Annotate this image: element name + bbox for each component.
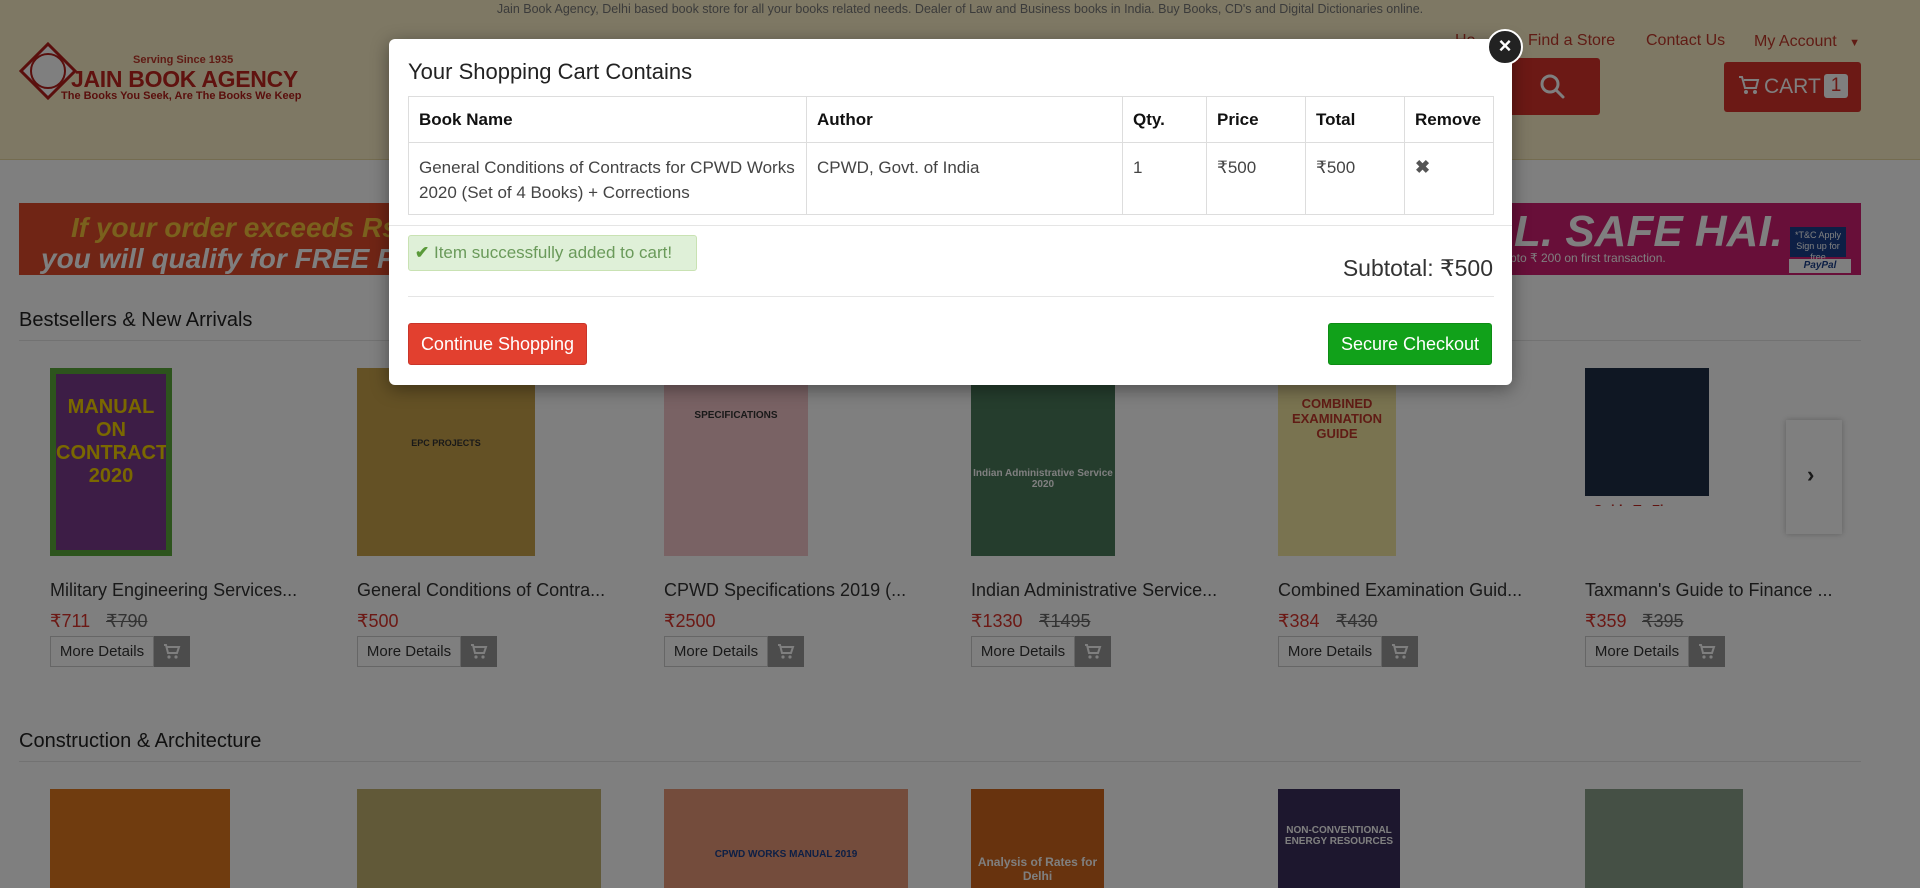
col-price: Price (1206, 96, 1306, 143)
cart-book-name[interactable]: General Conditions of Contracts for CPWD… (408, 142, 807, 215)
cart-price: ₹500 (1206, 142, 1306, 215)
col-qty: Qty. (1122, 96, 1207, 143)
cart-total: ₹500 (1305, 142, 1405, 215)
checkmark-icon: ✔ (415, 243, 430, 262)
cart-table: Book Name Author Qty. Price Total Remove… (408, 96, 1494, 215)
col-remove: Remove (1404, 96, 1494, 143)
cart-qty: 1 (1122, 142, 1207, 215)
close-icon[interactable]: × (1487, 29, 1523, 65)
cart-modal: Your Shopping Cart Contains Book Name Au… (389, 39, 1512, 385)
modal-divider (408, 296, 1494, 297)
modal-title: Your Shopping Cart Contains (408, 59, 693, 84)
remove-cell: ✖ (1404, 142, 1494, 215)
modal-divider (389, 225, 1512, 226)
table-header-row: Book Name Author Qty. Price Total Remove (408, 96, 1494, 143)
col-book-name: Book Name (408, 96, 807, 143)
remove-item-icon[interactable]: ✖ (1415, 157, 1430, 177)
col-total: Total (1305, 96, 1405, 143)
continue-shopping-button[interactable]: Continue Shopping (408, 323, 587, 365)
success-alert: ✔ Item successfully added to cart! (408, 235, 697, 271)
secure-checkout-button[interactable]: Secure Checkout (1328, 323, 1492, 365)
cart-author: CPWD, Govt. of India (806, 142, 1123, 215)
table-row: General Conditions of Contracts for CPWD… (408, 142, 1494, 215)
success-alert-text: Item successfully added to cart! (433, 243, 673, 262)
cart-subtotal: Subtotal: ₹500 (1342, 255, 1493, 281)
col-author: Author (806, 96, 1123, 143)
